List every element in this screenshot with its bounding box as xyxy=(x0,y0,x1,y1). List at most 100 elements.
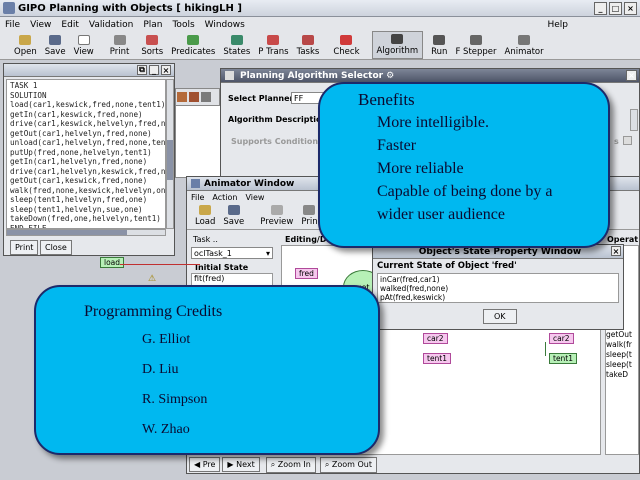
settings-icon[interactable]: ⚙ xyxy=(386,71,394,81)
restore-icon[interactable]: ⧉ xyxy=(137,65,147,75)
state-item[interactable]: inCar(fred,car1) xyxy=(380,275,616,284)
previous-button[interactable]: ◀ Pre xyxy=(189,457,221,472)
printer-icon xyxy=(303,205,316,215)
print-task-button[interactable]: Print xyxy=(10,240,39,255)
node-fred[interactable]: fred xyxy=(295,268,318,279)
hscroll-thumb[interactable] xyxy=(7,230,127,235)
operator-item[interactable]: sleep(t xyxy=(606,350,638,360)
bg-tool-icon[interactable] xyxy=(201,92,211,102)
menu-edit[interactable]: Edit xyxy=(61,20,78,30)
printer-icon xyxy=(113,35,126,45)
task-solution-text[interactable]: TASK 1 SOLUTION load(car1,keswick,fred,non… xyxy=(6,79,166,229)
close-icon[interactable]: × xyxy=(611,246,621,256)
supports-conditional-label: Supports Conditional xyxy=(231,137,327,146)
maximize-icon[interactable]: □ xyxy=(609,1,622,15)
menu-help[interactable]: Help xyxy=(547,20,568,30)
open-button[interactable]: Open xyxy=(10,31,41,59)
operators-label: Operat xyxy=(607,235,639,244)
node-car2-right[interactable]: car2 xyxy=(549,333,574,344)
node-load[interactable]: load xyxy=(100,257,125,268)
minimize-icon[interactable]: _ xyxy=(594,1,607,15)
run-button[interactable]: Run xyxy=(427,31,451,59)
credit-name: R. Simpson xyxy=(142,392,208,407)
solution-line: takeDown(fred,one,helvelyn,tent1) xyxy=(10,214,161,223)
task-solution-window: ⧉ _ × TASK 1 SOLUTION load(car1,keswick,fr… xyxy=(3,63,175,256)
animator-nav-bar: ◀ Pre ▶ Next ⌕ Zoom In ⌕ Zoom Out xyxy=(187,456,639,473)
window-menu-icon[interactable] xyxy=(225,71,234,80)
credits-title: Programming Credits xyxy=(84,303,223,320)
predicates-button[interactable]: Predicates xyxy=(167,31,219,59)
menu-windows[interactable]: Windows xyxy=(205,20,245,30)
menu-file[interactable]: File xyxy=(5,20,20,30)
menu-validation[interactable]: Validation xyxy=(89,20,133,30)
bg-tool-icon[interactable] xyxy=(189,92,199,102)
animator-menu-action[interactable]: Action xyxy=(212,193,237,202)
states-button[interactable]: States xyxy=(219,31,254,59)
conditional-checkbox[interactable] xyxy=(623,136,632,145)
task-scrollbar[interactable] xyxy=(166,79,174,229)
transitions-icon xyxy=(267,35,280,45)
close-icon[interactable]: × xyxy=(626,70,637,81)
check-button[interactable]: Check xyxy=(329,31,363,59)
solution-lines: TASK 1 SOLUTION load(car1,keswick,fred,non… xyxy=(10,81,166,228)
chevron-down-icon: ▾ xyxy=(265,249,270,258)
state-item[interactable]: pAt(fred,keswick) xyxy=(380,293,616,302)
animator-menu-file[interactable]: File xyxy=(191,193,204,202)
scroll-thumb[interactable] xyxy=(167,140,173,180)
animator-menu-view[interactable]: View xyxy=(245,193,264,202)
next-button[interactable]: ▶ Next xyxy=(222,457,260,472)
menu-view[interactable]: View xyxy=(30,20,51,30)
menu-plan[interactable]: Plan xyxy=(143,20,162,30)
benefit-item: More reliable xyxy=(377,160,464,177)
app-icon xyxy=(3,2,15,14)
check-icon xyxy=(340,35,353,45)
solution-line: walk(fred,none,keswick,helvelyn,one,sue) xyxy=(10,185,166,195)
close-task-button[interactable]: Close xyxy=(40,240,72,255)
sorts-button[interactable]: Sorts xyxy=(137,31,167,59)
f-stepper-button[interactable]: F Stepper xyxy=(451,31,500,59)
state-list[interactable]: inCar(fred,car1) walked(fred,none) pAt(f… xyxy=(377,273,619,303)
floppy-icon xyxy=(227,205,240,215)
animator-save-button[interactable]: Save xyxy=(219,203,248,229)
initial-state-item[interactable]: fit(fred) xyxy=(192,274,224,283)
node-tent1-right[interactable]: tent1 xyxy=(549,353,578,364)
solution-line: TASK 1 xyxy=(10,81,38,90)
operator-item[interactable]: getOut xyxy=(606,330,638,340)
animator-button[interactable]: Animator xyxy=(501,31,548,59)
operator-item[interactable]: walk(fr xyxy=(606,340,638,350)
magnifier-icon: ⌕ xyxy=(270,459,278,469)
solution-line: unload(car1,helvelyn,fred,none,tent1) xyxy=(10,138,166,147)
node-car2[interactable]: car2 xyxy=(423,333,448,344)
task-hscrollbar[interactable] xyxy=(6,229,166,236)
state-property-window: Object's State Property Window × Current… xyxy=(372,244,624,330)
tasks-button[interactable]: Tasks xyxy=(293,31,324,59)
benefits-title: Benefits xyxy=(358,90,415,109)
state-item[interactable]: walked(fred,none) xyxy=(380,284,616,293)
menu-tools[interactable]: Tools xyxy=(172,20,194,30)
planner-titlebar: Planning Algorithm Selector ⚙ × xyxy=(221,69,639,83)
operator-item[interactable]: sleep(t xyxy=(606,360,638,370)
run-icon xyxy=(433,35,446,45)
animator-load-button[interactable]: Load xyxy=(191,203,219,229)
print-button[interactable]: Print xyxy=(106,31,134,59)
view-button[interactable]: View xyxy=(70,31,98,59)
animator-preview-button[interactable]: Preview xyxy=(256,203,297,229)
task-select[interactable]: oclTask_1 ▾ xyxy=(191,247,273,259)
minimize-icon[interactable]: _ xyxy=(149,65,159,75)
algorithm-button[interactable]: Algorithm xyxy=(371,31,424,59)
edge-line xyxy=(545,342,546,356)
node-tent1[interactable]: tent1 xyxy=(423,353,452,364)
save-button[interactable]: Save xyxy=(41,31,70,59)
ok-button[interactable]: OK xyxy=(483,309,517,324)
solution-line: putUp(fred,none,helvelyn,tent1) xyxy=(10,147,152,157)
p-trans-button[interactable]: P Trans xyxy=(254,31,292,59)
supports-label-end: s xyxy=(614,137,619,146)
zoom-in-button[interactable]: ⌕ Zoom In xyxy=(265,456,316,473)
zoom-out-button[interactable]: ⌕ Zoom Out xyxy=(319,456,377,473)
operator-item[interactable]: takeD xyxy=(606,370,638,380)
bg-tool-icon[interactable] xyxy=(177,92,187,102)
description-scrollbar[interactable] xyxy=(630,109,638,131)
close-icon[interactable]: × xyxy=(161,65,171,75)
app-titlebar: GIPO Planning with Objects [ hikingLH ] … xyxy=(0,0,640,17)
close-icon[interactable]: × xyxy=(624,1,637,15)
